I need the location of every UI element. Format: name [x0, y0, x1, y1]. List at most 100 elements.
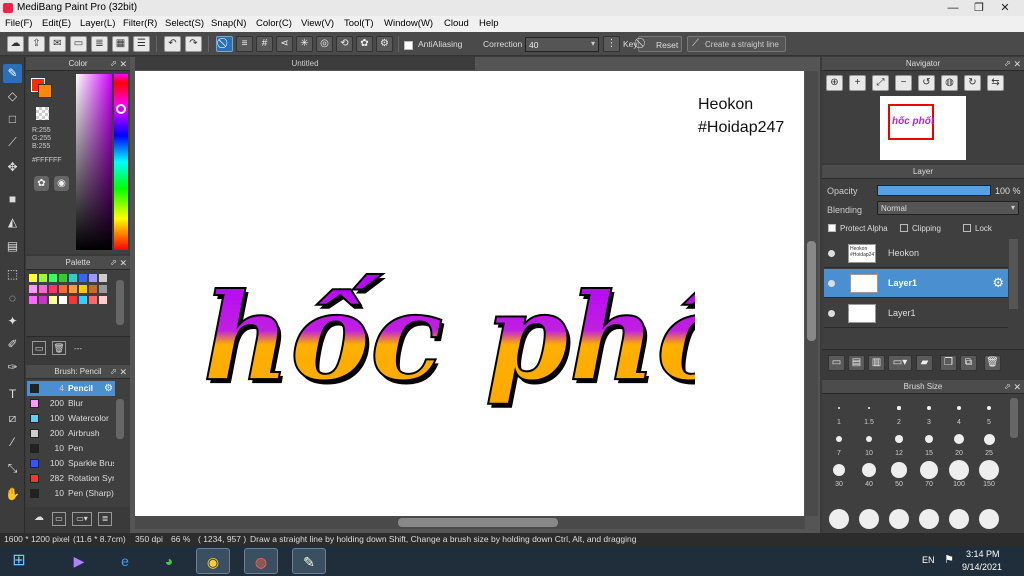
- navigator-thumbnail[interactable]: hốc phốt: [880, 96, 966, 160]
- rectangle-select-icon[interactable]: □: [3, 110, 22, 129]
- layer-scrollbar[interactable]: [1009, 239, 1018, 309]
- horizontal-scroll-thumb[interactable]: [398, 518, 558, 527]
- palette-swatch[interactable]: [89, 285, 97, 293]
- coccoc-browser-icon[interactable]: ◕: [152, 548, 186, 574]
- popout-icon[interactable]: ⬀: [1004, 57, 1011, 71]
- fit-icon[interactable]: ⤢: [872, 75, 889, 91]
- chrome-icon[interactable]: ◉: [196, 548, 230, 574]
- brush-size-cell[interactable]: 40: [854, 458, 884, 488]
- list-icon[interactable]: ☰: [133, 36, 150, 52]
- upload-icon[interactable]: ⇪: [28, 36, 45, 52]
- move-tool-icon[interactable]: ✥: [3, 158, 22, 177]
- bucket-tool-icon[interactable]: ◭: [3, 213, 22, 232]
- eraser-tool-icon[interactable]: ◇: [3, 87, 22, 106]
- transform-tool-icon[interactable]: ⤡: [3, 459, 22, 478]
- rotate-left-icon[interactable]: ↺: [918, 75, 935, 91]
- brush-size-cell[interactable]: 30: [824, 458, 854, 488]
- brush-size-cell[interactable]: 1.5: [854, 396, 884, 426]
- duplicate-layer-icon[interactable]: ❐: [940, 355, 957, 371]
- palette-swatch[interactable]: [39, 285, 47, 293]
- divide-tool-icon[interactable]: ⧄: [3, 409, 22, 428]
- gradient-tool-icon[interactable]: ▤: [3, 237, 22, 256]
- palette-swatch[interactable]: [59, 285, 67, 293]
- language-indicator[interactable]: EN: [922, 555, 935, 565]
- delete-layer-icon[interactable]: 🗑: [984, 355, 1001, 371]
- close-icon[interactable]: ✕: [119, 365, 127, 379]
- brush-list-item[interactable]: 200 Airbrush: [27, 426, 115, 441]
- brush-size-cell[interactable]: 10: [854, 427, 884, 457]
- brush-size-cell[interactable]: 2: [884, 396, 914, 426]
- new-layer-icon[interactable]: ▭: [828, 355, 845, 371]
- menu-window[interactable]: Window(W): [384, 18, 433, 29]
- palette-swatch[interactable]: [99, 285, 107, 293]
- vertical-scrollbar[interactable]: [805, 71, 818, 516]
- clock-date[interactable]: 9/14/2021: [962, 562, 1002, 572]
- page-icon[interactable]: ▭: [70, 36, 87, 52]
- radial-snap-icon[interactable]: ✳: [296, 36, 313, 52]
- vanishing-point-icon[interactable]: ⋖: [276, 36, 293, 52]
- menu-layer[interactable]: Layer(L): [80, 18, 115, 29]
- brush-list-item[interactable]: 282 Rotation Symmetry: [27, 471, 115, 486]
- layer-row[interactable]: Heokon #Hoidap247 Heokon: [824, 239, 1008, 268]
- text-tool-icon[interactable]: T: [3, 385, 22, 404]
- dot-pen-icon[interactable]: ⟋: [3, 133, 22, 152]
- brush-list-item[interactable]: 100 Sparkle Brush: [27, 456, 115, 471]
- magic-wand-icon[interactable]: ✦: [3, 312, 22, 331]
- brush-size-cell[interactable]: 150: [974, 458, 1004, 488]
- redo-icon[interactable]: ↷: [185, 36, 202, 52]
- visual-studio-icon[interactable]: ▶: [62, 548, 96, 574]
- layer-row[interactable]: Layer1 ⚙: [824, 269, 1008, 298]
- internet-explorer-icon[interactable]: e: [108, 548, 142, 574]
- lasso-tool-icon[interactable]: ◌: [3, 289, 22, 308]
- color-picker-icon[interactable]: ◉: [54, 176, 69, 191]
- brush-size-cell[interactable]: 5: [974, 396, 1004, 426]
- layer-row[interactable]: Layer1: [824, 299, 1008, 328]
- new-halftone-layer-icon[interactable]: ▤: [848, 355, 865, 371]
- settings-icon[interactable]: ⚙: [376, 36, 393, 52]
- palette-swatch[interactable]: [59, 296, 67, 304]
- palette-swatch[interactable]: [99, 296, 107, 304]
- menu-filter[interactable]: Filter(R): [123, 18, 157, 29]
- correction-menu-icon[interactable]: ⋮: [603, 36, 620, 52]
- eyedropper-icon[interactable]: ⁄: [3, 433, 22, 452]
- menu-select[interactable]: Select(S): [165, 18, 204, 29]
- antialiasing-checkbox[interactable]: [404, 41, 413, 50]
- add-brush-icon[interactable]: ▭▾: [72, 512, 92, 526]
- new-palette-icon[interactable]: ▭: [32, 341, 46, 355]
- close-icon[interactable]: ✕: [1013, 380, 1021, 394]
- popout-icon[interactable]: ⬀: [1004, 380, 1011, 394]
- reset-button[interactable]: ⃠ Reset: [638, 36, 682, 52]
- chrome-app-icon[interactable]: ◍: [244, 548, 278, 574]
- fill-shape-icon[interactable]: ■: [3, 190, 22, 209]
- brush-size-cell[interactable]: 7: [824, 427, 854, 457]
- brush-size-dot[interactable]: [829, 509, 849, 529]
- brush-size-cell[interactable]: 4: [944, 396, 974, 426]
- popout-icon[interactable]: ⬀: [110, 365, 117, 379]
- reset-rotation-icon[interactable]: ◍: [941, 75, 958, 91]
- select-pen-icon[interactable]: ✐: [3, 335, 22, 354]
- color-wheel-icon[interactable]: ✿: [34, 176, 49, 191]
- close-icon[interactable]: ✕: [119, 256, 127, 270]
- gear-icon[interactable]: ⚙: [992, 275, 1004, 291]
- brush-scrollbar[interactable]: [116, 399, 124, 439]
- brush-size-cell[interactable]: 70: [914, 458, 944, 488]
- palette-swatch[interactable]: [79, 274, 87, 282]
- new-8bit-layer-icon[interactable]: ▥: [868, 355, 885, 371]
- cloud-icon[interactable]: ☁: [7, 36, 24, 52]
- lock-checkbox[interactable]: [963, 224, 971, 232]
- palette-swatch[interactable]: [29, 274, 37, 282]
- brush-size-cell[interactable]: 12: [884, 427, 914, 457]
- palette-swatch[interactable]: [59, 274, 67, 282]
- curve-snap-icon[interactable]: ⟲: [336, 36, 353, 52]
- straight-line-button[interactable]: ⟋ Create a straight line: [687, 36, 786, 52]
- brush-size-dot[interactable]: [889, 509, 909, 529]
- brush-settings-icon[interactable]: ≣: [98, 512, 112, 526]
- popout-icon[interactable]: ⬀: [110, 256, 117, 270]
- hand-tool-icon[interactable]: ✋: [3, 485, 22, 504]
- palette-swatch[interactable]: [49, 274, 57, 282]
- blending-select[interactable]: Normal ▾: [877, 201, 1019, 215]
- palette-swatch[interactable]: [49, 285, 57, 293]
- menu-color[interactable]: Color(C): [256, 18, 292, 29]
- palette-swatch[interactable]: [89, 296, 97, 304]
- protect-alpha-checkbox[interactable]: [828, 224, 836, 232]
